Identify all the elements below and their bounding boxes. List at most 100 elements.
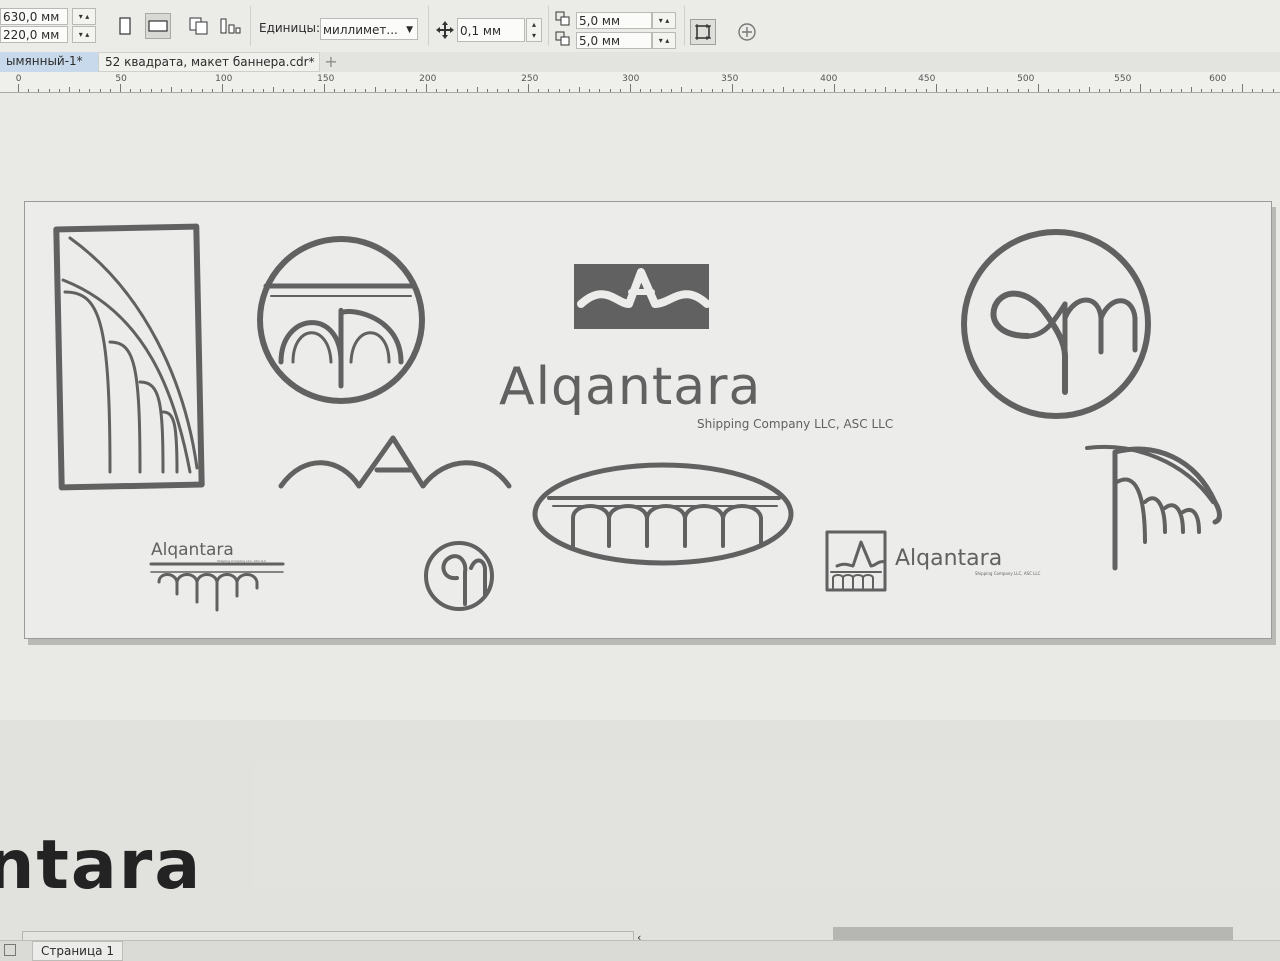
duplicate-y-field[interactable]: 5,0 мм xyxy=(576,32,652,49)
nudge-spinner[interactable]: ▴ ▾ xyxy=(526,18,542,42)
document-tabs: ымянный-1* 52 квадрата, макет баннера.cd… xyxy=(0,52,1280,72)
ruler-tick xyxy=(1191,87,1192,92)
dup-y-icon-wrap xyxy=(554,30,574,48)
ruler-tick xyxy=(793,89,795,92)
ruler-tick xyxy=(466,89,468,92)
treat-as-filled-button[interactable] xyxy=(690,19,716,45)
landscape-icon xyxy=(148,20,168,32)
ruler-tick xyxy=(1201,89,1203,92)
square-emblem-logo xyxy=(825,530,887,592)
ruler-tick xyxy=(1140,84,1141,92)
ruler-tick xyxy=(1048,89,1050,92)
units-value: миллимет... xyxy=(323,23,398,37)
ruler-tick xyxy=(721,89,723,92)
ruler-tick xyxy=(1017,89,1019,92)
separator xyxy=(548,6,549,46)
ruler-tick xyxy=(1262,89,1264,92)
ruler-tick xyxy=(834,84,835,92)
status-bar: Страница 1 xyxy=(0,940,1280,961)
small-text-aqueduct-logo xyxy=(149,562,285,612)
ruler-tick xyxy=(120,84,121,92)
ruler-tick xyxy=(936,84,937,92)
ruler-tick xyxy=(48,89,50,92)
ruler-tick xyxy=(732,84,733,92)
ruler-label: 50 xyxy=(115,74,127,84)
width-spinner[interactable]: ▾ ▴ xyxy=(72,8,96,25)
ruler-tick xyxy=(487,89,489,92)
ruler-tick xyxy=(303,89,305,92)
portrait-button[interactable] xyxy=(112,13,138,39)
new-tab-button[interactable]: + xyxy=(320,52,342,72)
property-bar: 630,0 мм ▾ ▴ 220,0 мм ▾ ▴ Единицы: милли… xyxy=(0,0,1280,53)
ruler-tick xyxy=(752,89,754,92)
height-spinner[interactable]: ▾ ▴ xyxy=(72,26,96,43)
ruler-tick xyxy=(262,89,264,92)
landscape-button[interactable] xyxy=(145,13,171,39)
ruler-tick xyxy=(864,89,866,92)
ruler-tick xyxy=(58,89,60,92)
units-dropdown[interactable]: миллимет... ▼ xyxy=(320,18,418,40)
ruler-tick xyxy=(528,84,529,92)
horizontal-ruler[interactable]: 0 50 100 150 200 250 300 350 400 450 500… xyxy=(0,72,1280,93)
ruler-tick xyxy=(79,89,81,92)
ruler-tick xyxy=(171,87,172,92)
ruler-tick xyxy=(28,89,30,92)
ruler-tick xyxy=(568,89,570,92)
page-tab[interactable]: Страница 1 xyxy=(32,941,123,961)
am-monogram-logo xyxy=(961,229,1151,419)
scrollbar-thumb[interactable] xyxy=(833,927,1233,941)
banner-page[interactable]: Alqantara Shipping Company LLC, ASC LLC … xyxy=(24,201,1272,639)
ruler-tick xyxy=(405,89,407,92)
ruler-tick xyxy=(1119,89,1121,92)
canvas-brand-text[interactable]: ntara xyxy=(0,826,202,906)
ruler-tick xyxy=(660,89,662,92)
duplicate-x-field[interactable]: 5,0 мм xyxy=(576,12,652,29)
ruler-label: 400 xyxy=(820,74,838,84)
ruler-tick xyxy=(1007,89,1009,92)
width-field[interactable]: 630,0 мм xyxy=(0,8,68,25)
ruler-label: 500 xyxy=(1017,74,1035,84)
ruler-tick xyxy=(1068,89,1070,92)
ruler-tick xyxy=(273,87,274,92)
ruler-tick xyxy=(1160,89,1162,92)
ruler-label: 100 xyxy=(215,74,233,84)
ruler-tick xyxy=(426,84,427,92)
main-tagline: Shipping Company LLC, ASC LLC xyxy=(697,417,893,431)
page-size-icon xyxy=(220,18,241,34)
ruler-tick xyxy=(915,89,917,92)
ruler-tick xyxy=(579,87,580,92)
page-nav-icon[interactable] xyxy=(4,944,16,956)
ruler-tick xyxy=(1231,89,1233,92)
ruler-tick xyxy=(589,89,591,92)
chevron-down-icon: ▼ xyxy=(406,25,413,35)
arch-panel-logo xyxy=(53,223,205,491)
nudge-field[interactable]: 0,1 мм xyxy=(457,18,525,42)
ruler-tick xyxy=(283,89,285,92)
duplicate-y-spinner[interactable]: ▾ ▴ xyxy=(652,32,676,49)
ruler-tick xyxy=(385,89,387,92)
ruler-tick xyxy=(711,89,713,92)
tab-banner-layout[interactable]: 52 квадрата, макет баннера.cdr* xyxy=(98,52,320,72)
pages-icon xyxy=(189,17,208,35)
ruler-tick xyxy=(375,87,376,92)
ruler-tick xyxy=(966,89,968,92)
main-brand-name: Alqantara xyxy=(499,357,761,417)
duplicate-x-spinner[interactable]: ▾ ▴ xyxy=(652,12,676,29)
ruler-tick xyxy=(895,89,897,92)
current-page-button[interactable] xyxy=(218,13,244,39)
curved-aqueduct-logo xyxy=(1085,445,1222,571)
plus-circle-icon xyxy=(738,23,756,41)
separator xyxy=(428,6,429,46)
ruler-tick xyxy=(640,89,642,92)
tab-untitled[interactable]: ымянный-1* xyxy=(0,52,98,72)
ruler-tick xyxy=(252,89,254,92)
ruler-tick xyxy=(1078,89,1080,92)
ruler-label: 600 xyxy=(1209,74,1227,84)
add-button[interactable] xyxy=(734,19,760,45)
height-field[interactable]: 220,0 мм xyxy=(0,26,68,43)
ruler-tick xyxy=(1180,89,1182,92)
nudge-icon-wrap xyxy=(432,17,458,43)
ruler-tick xyxy=(1211,89,1213,92)
all-pages-button[interactable] xyxy=(186,13,212,39)
ruler-tick xyxy=(1027,89,1029,92)
